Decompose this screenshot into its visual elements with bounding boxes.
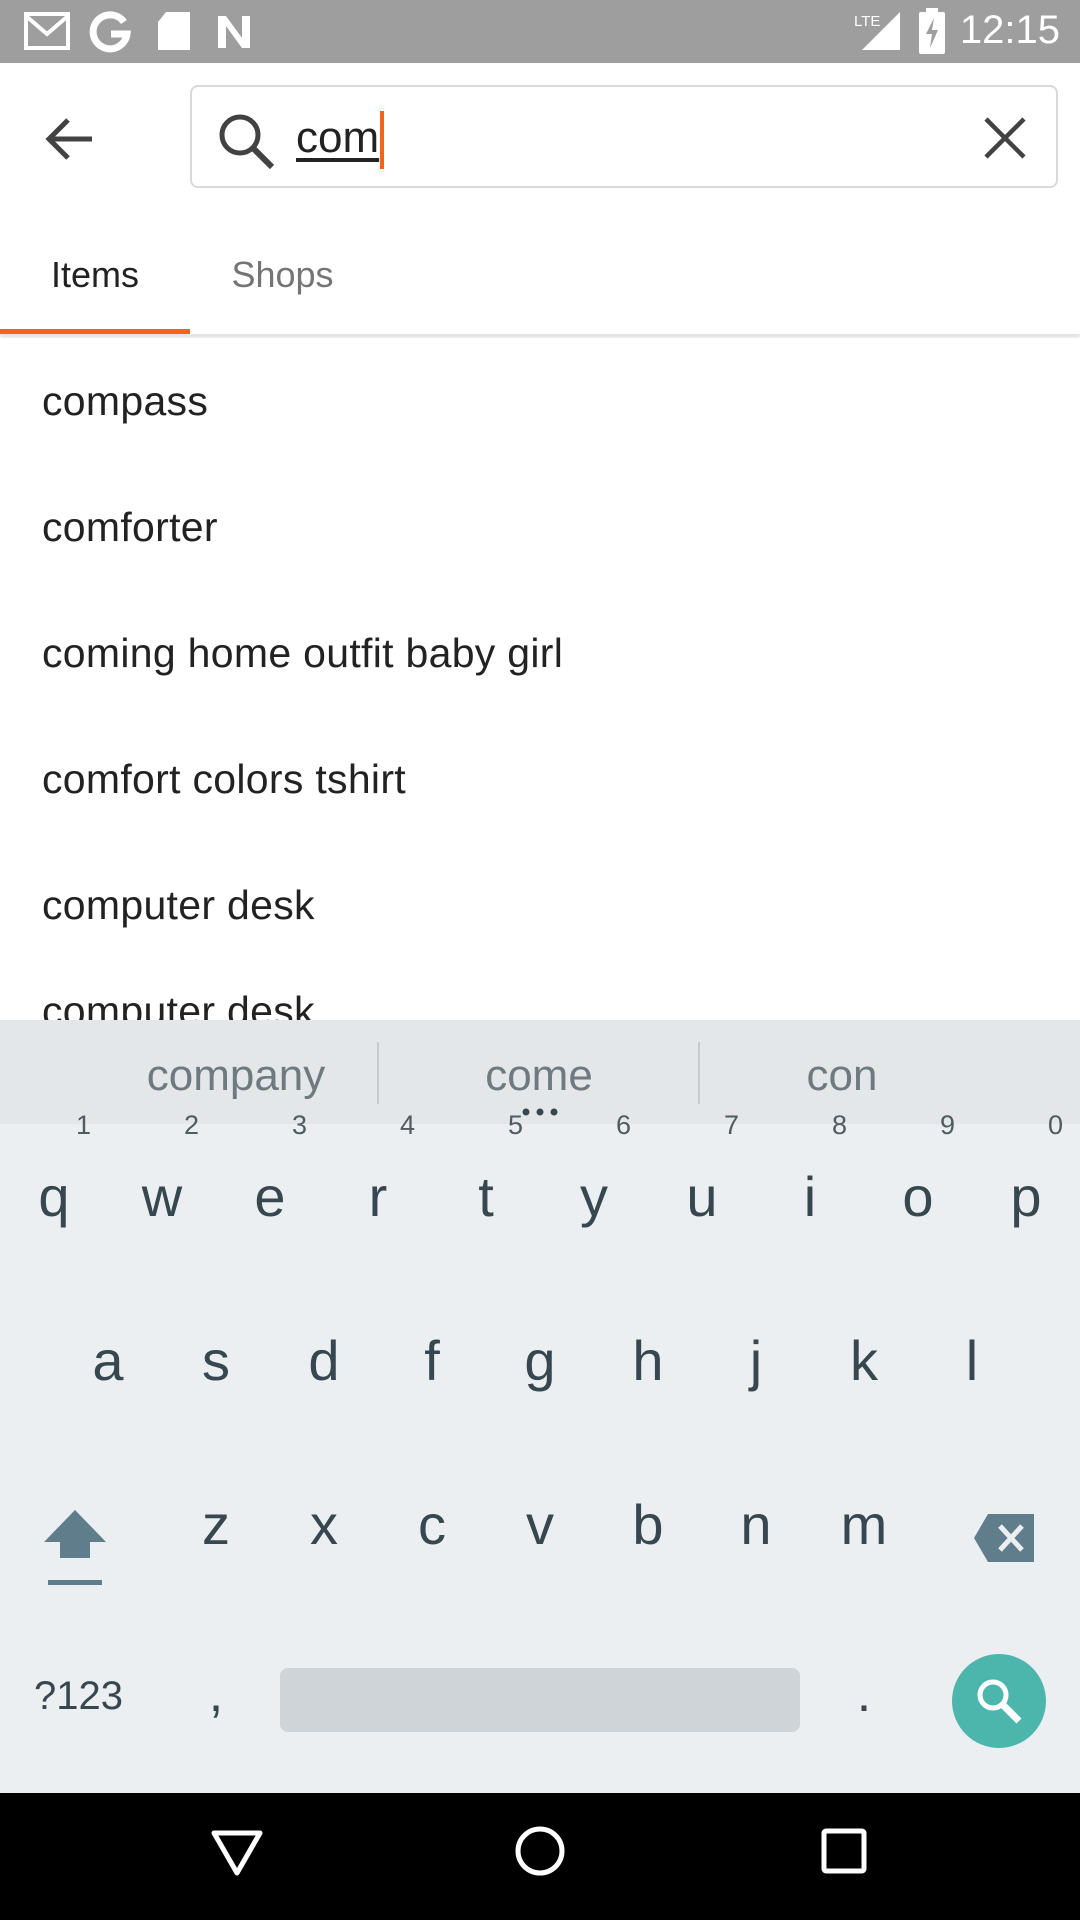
key-d[interactable]: d — [270, 1328, 378, 1393]
battery-charging-icon — [919, 8, 945, 54]
key-h[interactable]: h — [594, 1328, 702, 1393]
tab-shops[interactable]: Shops — [190, 210, 375, 335]
key-number-hint: 6 — [616, 1110, 632, 1140]
shift-icon[interactable] — [40, 1506, 110, 1592]
strip-divider — [698, 1042, 700, 1104]
key-number-hint: 2 — [184, 1110, 200, 1140]
key-number-hint: 7 — [724, 1110, 740, 1140]
key-v[interactable]: v — [486, 1492, 594, 1557]
back-triangle-icon[interactable] — [210, 1827, 264, 1879]
key-l[interactable]: l — [918, 1328, 1026, 1393]
space-key[interactable] — [280, 1668, 800, 1732]
key-number-hint: 9 — [940, 1110, 956, 1140]
recents-square-icon[interactable] — [820, 1827, 868, 1875]
symbols-key[interactable]: ?123 — [34, 1674, 123, 1719]
key-number-hint: 4 — [400, 1110, 416, 1140]
tab-items[interactable]: Items — [0, 210, 190, 335]
key-i[interactable]: i — [756, 1164, 864, 1229]
suggestion-item[interactable]: compass — [0, 338, 1080, 464]
key-x[interactable]: x — [270, 1492, 378, 1557]
gmail-icon — [24, 12, 70, 50]
key-m[interactable]: m — [810, 1492, 918, 1557]
key-number-hint: 0 — [1048, 1110, 1064, 1140]
key-number-hint: 1 — [76, 1110, 92, 1140]
sd-card-icon — [158, 12, 190, 50]
word-suggestion-strip: company come con — [0, 1020, 1080, 1124]
close-icon[interactable] — [980, 113, 1030, 163]
suggestion-item[interactable]: comfort colors tshirt — [0, 716, 1080, 842]
search-query[interactable]: com — [296, 107, 385, 170]
strip-word-con[interactable]: con — [704, 1020, 980, 1124]
key-q[interactable]: q — [0, 1164, 108, 1229]
key-number-hint: 5 — [508, 1110, 524, 1140]
key-y[interactable]: y — [540, 1164, 648, 1229]
key-number-hint: 8 — [832, 1110, 848, 1140]
more-suggestions-icon — [522, 1108, 558, 1116]
active-tab-indicator — [0, 329, 190, 334]
text-caret — [380, 111, 385, 170]
strip-divider — [377, 1042, 379, 1104]
key-a[interactable]: a — [54, 1328, 162, 1393]
comma-key[interactable]: , — [162, 1664, 270, 1724]
search-query-text: com — [296, 113, 380, 162]
strip-word-company[interactable]: company — [100, 1020, 372, 1124]
suggestion-item[interactable]: comforter — [0, 464, 1080, 590]
keyboard: company come con q 1w 2e 3r 4t 5y 6u 7i 8o 9p 0 as… — [0, 1020, 1080, 1793]
key-e[interactable]: e — [216, 1164, 324, 1229]
search-header: com — [0, 63, 1080, 210]
status-time: 12:15 — [959, 8, 1060, 52]
magnifier-icon — [219, 114, 275, 170]
key-b[interactable]: b — [594, 1492, 702, 1557]
key-w[interactable]: w — [108, 1164, 216, 1229]
key-z[interactable]: z — [162, 1492, 270, 1557]
status-bar: LTE 12:15 — [0, 0, 1080, 63]
key-k[interactable]: k — [810, 1328, 918, 1393]
backspace-icon[interactable] — [972, 1512, 1036, 1564]
key-o[interactable]: o — [864, 1164, 972, 1229]
search-icon — [977, 1679, 1022, 1724]
navigation-bar — [0, 1793, 1080, 1920]
search-key[interactable] — [952, 1654, 1046, 1748]
key-c[interactable]: c — [378, 1492, 486, 1557]
key-p[interactable]: p — [972, 1164, 1080, 1229]
lte-signal-icon: LTE — [854, 12, 900, 50]
home-circle-icon[interactable] — [514, 1825, 566, 1877]
google-icon — [89, 11, 131, 53]
key-s[interactable]: s — [162, 1328, 270, 1393]
key-number-hint: 3 — [292, 1110, 308, 1140]
key-r[interactable]: r — [324, 1164, 432, 1229]
key-j[interactable]: j — [702, 1328, 810, 1393]
suggestion-item[interactable]: coming home outfit baby girl — [0, 590, 1080, 716]
search-input[interactable]: com — [190, 85, 1058, 188]
suggestion-list: compass comforter coming home outfit bab… — [0, 338, 1080, 1020]
svg-text:LTE: LTE — [854, 13, 880, 30]
n-icon — [218, 16, 250, 48]
key-g[interactable]: g — [486, 1328, 594, 1393]
key-u[interactable]: u — [648, 1164, 756, 1229]
key-f[interactable]: f — [378, 1328, 486, 1393]
arrow-left-icon[interactable] — [40, 109, 100, 169]
period-key[interactable]: . — [810, 1664, 918, 1724]
key-t[interactable]: t — [432, 1164, 540, 1229]
tab-bar: Items Shops — [0, 210, 1080, 335]
key-n[interactable]: n — [702, 1492, 810, 1557]
suggestion-item[interactable]: computer desk — [0, 948, 1080, 1020]
